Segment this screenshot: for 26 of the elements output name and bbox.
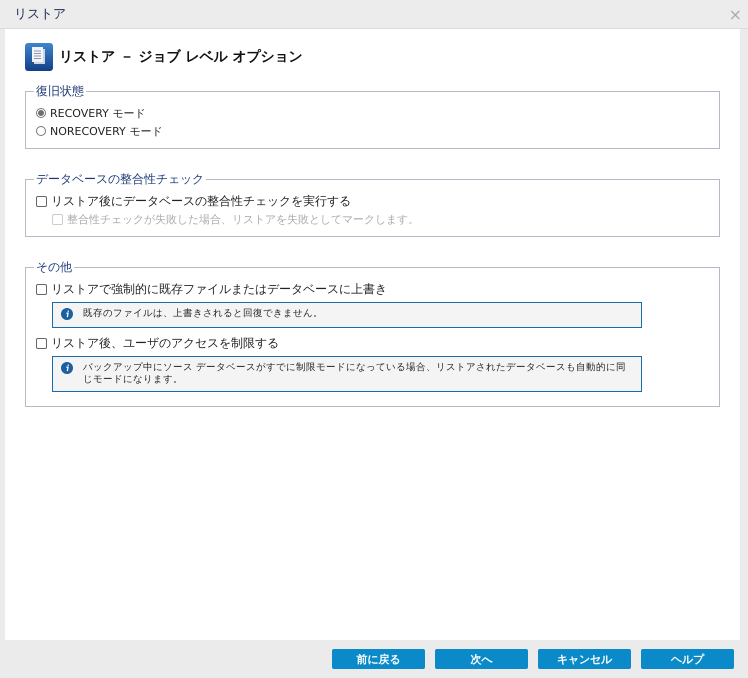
group-title: その他 [35, 259, 73, 276]
info-text: 既存のファイルは、上書きされると回復できません。 [83, 308, 323, 320]
window-title: リストア [14, 6, 66, 23]
checkbox-label: 整合性チェックが失敗した場合、リストアを失敗としてマークします。 [67, 212, 419, 226]
footer-button[interactable]: キャンセル [538, 649, 631, 669]
document-icon [25, 43, 53, 71]
radio-button[interactable] [36, 108, 46, 118]
checkbox-label: リストア後、ユーザのアクセスを制限する [51, 334, 279, 352]
checkbox-label: リストアで強制的に既存ファイルまたはデータベースに上書き [51, 280, 387, 298]
checkbox[interactable] [36, 284, 47, 294]
group-title: データベースの整合性チェック [35, 171, 205, 188]
close-button[interactable]: × [728, 4, 742, 24]
info-icon [61, 308, 73, 320]
checkbox[interactable] [36, 196, 47, 206]
info-text: バックアップ中にソース データベースがすでに制限モードになっている場合、リストアされたデータベースも自動的に同じモードになります。 [83, 362, 628, 386]
checkbox-label: リストア後にデータベースの整合性チェックを実行する [51, 192, 351, 210]
footer-button[interactable]: ヘルプ [641, 649, 734, 669]
radio-label: NORECOVERY モード [50, 124, 162, 138]
checkbox[interactable] [36, 338, 47, 348]
footer-button[interactable]: 次へ [435, 649, 528, 669]
footer-button[interactable]: 前に戻る [332, 649, 425, 669]
radio-button[interactable] [36, 126, 46, 136]
group-title: 復旧状態 [35, 83, 85, 100]
info-icon [61, 362, 73, 374]
page-heading: リストア － ジョブ レベル オプション [59, 48, 302, 66]
radio-label: RECOVERY モード [50, 106, 146, 120]
